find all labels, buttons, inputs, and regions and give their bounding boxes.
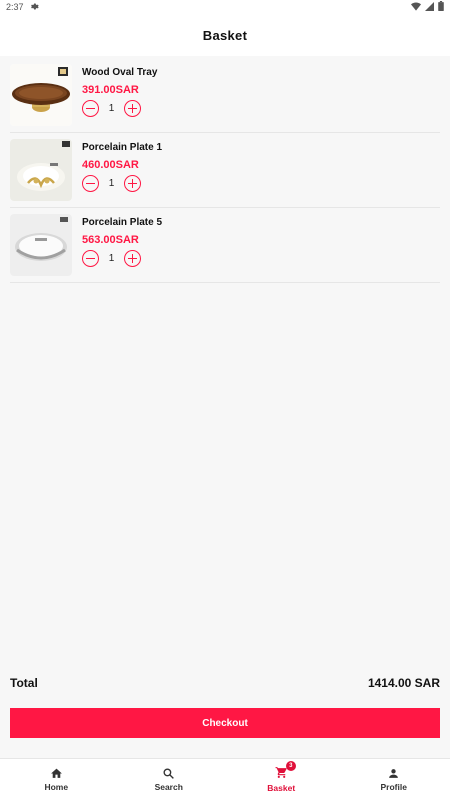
nav-label: Home — [44, 782, 69, 792]
product-price: 391.00SAR — [82, 84, 139, 96]
product-price: 563.00SAR — [82, 234, 139, 246]
nav-label: Basket — [267, 783, 296, 793]
person-icon — [389, 769, 399, 778]
product-name[interactable]: Wood Oval Tray — [82, 66, 157, 80]
total-row: Total 1414.00 SAR — [10, 676, 440, 690]
wifi-icon — [411, 2, 421, 13]
basket-item: Porcelain Plate 5 563.00SAR 1 — [10, 208, 440, 283]
battery-icon — [438, 1, 444, 13]
product-name[interactable]: Porcelain Plate 5 — [82, 216, 162, 230]
page-title: Basket — [202, 27, 248, 43]
nav-label: Profile — [380, 782, 407, 792]
nav-item-search[interactable]: Search — [113, 759, 226, 800]
settings-icon — [30, 2, 39, 13]
status-bar: 2:37 — [0, 0, 450, 14]
total-label: Total — [10, 676, 38, 690]
quantity-value: 1 — [108, 103, 115, 114]
nav-item-home[interactable]: Home — [0, 759, 113, 800]
product-image[interactable] — [10, 64, 72, 126]
decrease-quantity-button[interactable] — [82, 250, 99, 267]
increase-quantity-button[interactable] — [124, 250, 141, 267]
app-bar: Basket — [0, 14, 450, 56]
product-name[interactable]: Porcelain Plate 1 — [82, 141, 162, 155]
quantity-stepper: 1 — [82, 100, 157, 117]
bottom-nav: Home Search 3 Basket Profile — [0, 758, 450, 800]
basket-item: Wood Oval Tray 391.00SAR 1 — [10, 58, 440, 133]
home-icon — [50, 768, 62, 778]
product-image[interactable] — [10, 139, 72, 201]
decrease-quantity-button[interactable] — [82, 100, 99, 117]
product-image[interactable] — [10, 214, 72, 276]
checkout-button[interactable]: Checkout — [10, 708, 440, 738]
nav-label: Search — [154, 782, 183, 792]
search-icon — [163, 768, 175, 779]
increase-quantity-button[interactable] — [124, 175, 141, 192]
quantity-value: 1 — [108, 253, 115, 264]
cart-count-badge: 3 — [285, 761, 296, 771]
nav-item-basket[interactable]: 3 Basket — [225, 759, 338, 800]
basket-item: Porcelain Plate 1 460.00SAR 1 — [10, 133, 440, 208]
basket-list: Wood Oval Tray 391.00SAR 1 Porcelain Pla… — [10, 58, 440, 283]
status-time: 2:37 — [6, 2, 24, 12]
product-price: 460.00SAR — [82, 159, 139, 171]
increase-quantity-button[interactable] — [124, 100, 141, 117]
nav-item-profile[interactable]: Profile — [338, 759, 450, 800]
signal-icon — [425, 1, 434, 13]
quantity-stepper: 1 — [82, 175, 162, 192]
quantity-value: 1 — [108, 178, 115, 189]
quantity-stepper: 1 — [82, 250, 162, 267]
total-value: 1414.00 SAR — [367, 676, 440, 690]
decrease-quantity-button[interactable] — [82, 175, 99, 192]
